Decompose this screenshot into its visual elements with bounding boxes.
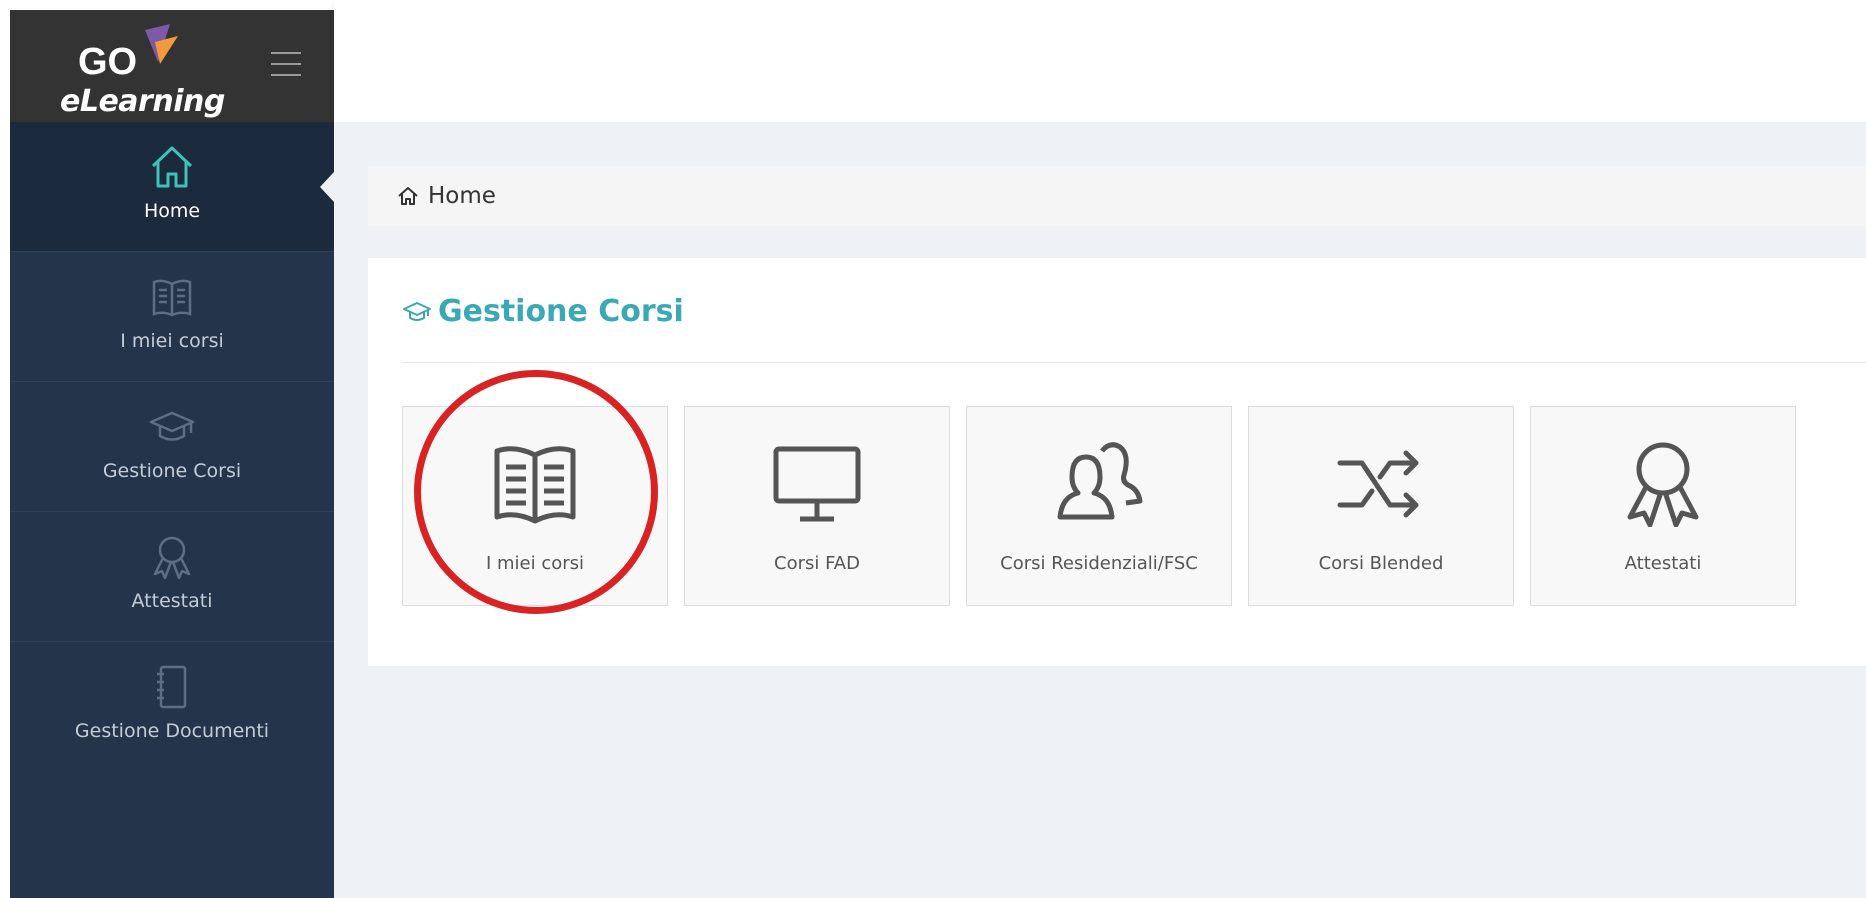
logo[interactable]: GO eLearning (50, 22, 225, 119)
tile-blended-courses[interactable]: Corsi Blended (1248, 406, 1514, 606)
tile-fad-courses[interactable]: Corsi FAD (684, 406, 950, 606)
tile-label: I miei corsi (485, 553, 585, 574)
graduation-cap-icon (149, 411, 195, 441)
logo-go-text: GO (78, 41, 137, 83)
tile-my-courses[interactable]: I miei corsi (402, 406, 668, 606)
graduation-cap-icon (403, 301, 431, 321)
book-icon (152, 279, 192, 317)
hamburger-line (271, 63, 301, 65)
sidebar-item-label: Attestati (131, 590, 213, 612)
sidebar-item-document-management[interactable]: Gestione Documenti (10, 642, 334, 772)
sidebar-item-label: Gestione Documenti (74, 720, 270, 742)
monitor-icon (773, 446, 861, 522)
shuffle-icon (1337, 450, 1419, 518)
tile-label: Corsi FAD (774, 553, 860, 574)
sidebar-item-home[interactable]: Home (10, 122, 334, 252)
open-book-icon (494, 446, 576, 524)
logo-text: eLearning (60, 84, 225, 119)
sidebar-item-course-management[interactable]: Gestione Corsi (10, 382, 334, 512)
active-indicator (320, 172, 334, 202)
hamburger-line (271, 74, 301, 76)
sidebar: GO eLearning Home I miei corsi Gestione … (10, 10, 334, 898)
notebook-icon (157, 665, 187, 709)
sidebar-item-certificates[interactable]: Attestati (10, 512, 334, 642)
panel-title: Gestione Corsi (402, 294, 684, 329)
menu-toggle-button[interactable] (271, 52, 301, 76)
tile-residential-courses[interactable]: Corsi Residenziali/FSC (966, 406, 1232, 606)
logo-mark-icon: GO (78, 24, 178, 83)
top-bar (334, 0, 1866, 122)
sidebar-item-my-courses[interactable]: I miei corsi (10, 252, 334, 382)
users-icon (1057, 442, 1143, 520)
panel-title-text: Gestione Corsi (438, 294, 684, 329)
sidebar-item-label: Gestione Corsi (102, 460, 242, 482)
main-content: Home Gestione Corsi I miei corsi Corsi F… (334, 122, 1866, 898)
breadcrumb: Home (368, 166, 1866, 226)
tile-certificates[interactable]: Attestati (1530, 406, 1796, 606)
home-icon (398, 187, 418, 205)
sidebar-item-label: Home (143, 200, 201, 222)
tile-label: Corsi Residenziali/FSC (1000, 553, 1198, 574)
tile-label: Corsi Blended (1318, 553, 1444, 574)
divider (402, 362, 1866, 363)
course-management-panel: Gestione Corsi I miei corsi Corsi FAD Co… (368, 258, 1866, 666)
hamburger-line (271, 52, 301, 54)
tile-label: Attestati (1624, 553, 1702, 574)
sidebar-item-label: I miei corsi (120, 330, 224, 352)
award-icon (153, 536, 191, 580)
award-icon (1627, 442, 1699, 527)
home-icon (151, 146, 193, 188)
breadcrumb-home-link[interactable]: Home (428, 183, 496, 209)
logo-bar: GO eLearning (10, 10, 334, 122)
